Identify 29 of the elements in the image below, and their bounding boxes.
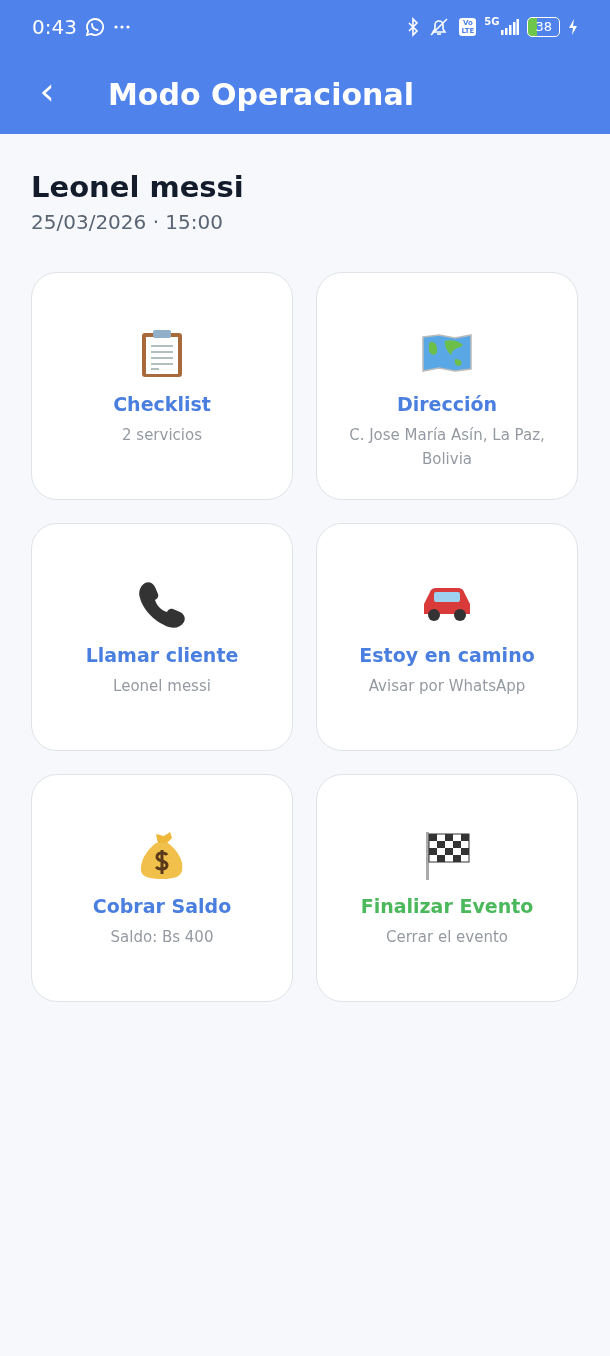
card-subtitle: Leonel messi (113, 676, 211, 697)
card-subtitle: Avisar por WhatsApp (368, 676, 526, 697)
card-subtitle: Saldo: Bs 400 (110, 927, 214, 948)
card-subtitle: C. Jose María Asín, La Paz, Bolivia (348, 425, 546, 470)
network-label: 5G (484, 16, 500, 27)
card-title: Estoy en camino (359, 644, 535, 666)
page-title: Modo Operacional (108, 76, 414, 112)
card-title: Finalizar Evento (360, 895, 534, 917)
card-title: Checklist (113, 393, 211, 415)
bluetooth-icon (407, 17, 420, 37)
more-icon (112, 24, 131, 30)
event-date: 25/03/2026 · 15:00 (31, 210, 224, 234)
chat-bubble-icon (84, 17, 105, 37)
signal-icon (501, 19, 520, 35)
back-button[interactable]: ‹ (32, 72, 62, 116)
action-card[interactable]: Cobrar Saldo Saldo: Bs 400 (31, 774, 293, 1002)
action-card[interactable]: Estoy en camino Avisar por WhatsApp (316, 523, 578, 751)
client-name: Leonel messi (31, 170, 245, 204)
action-card[interactable]: Checklist 2 servicios (31, 272, 293, 500)
action-card[interactable]: Llamar cliente Leonel messi (31, 523, 293, 751)
card-title: Llamar cliente (85, 644, 239, 666)
card-title: Cobrar Saldo (92, 895, 232, 917)
action-card[interactable]: Dirección C. Jose María Asín, La Paz, Bolivia (316, 272, 578, 500)
card-title: Dirección (396, 393, 498, 415)
status-time: 0:43 (32, 15, 77, 39)
card-subtitle: 2 servicios (122, 425, 202, 446)
action-card[interactable]: Finalizar Evento Cerrar el evento (316, 774, 578, 1002)
charging-icon (568, 19, 578, 35)
card-subtitle: Cerrar el evento (386, 927, 508, 948)
